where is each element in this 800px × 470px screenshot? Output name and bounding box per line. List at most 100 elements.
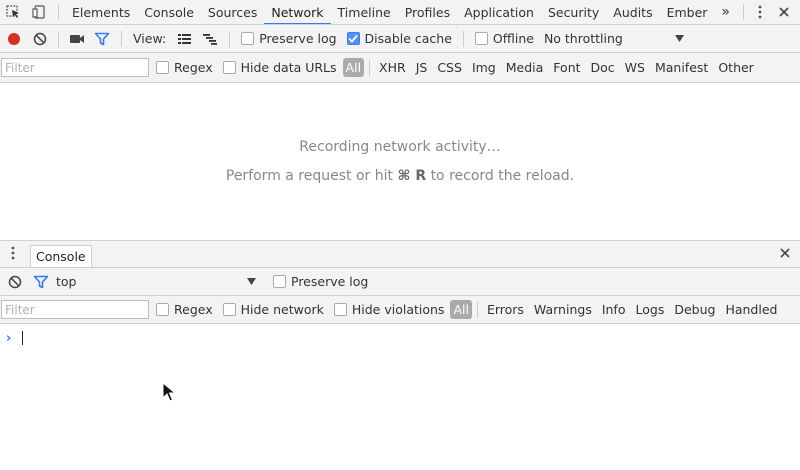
type-filter-media[interactable]: Media [502,58,548,77]
regex-label: Regex [174,60,213,75]
customize-menu-icon[interactable] [750,0,770,24]
drawer-menu-icon[interactable] [0,241,26,267]
device-mode-icon[interactable] [26,0,52,24]
preserve-log-checkbox[interactable]: Preserve log [236,31,341,46]
record-icon[interactable] [0,25,28,52]
checkbox-box[interactable] [346,32,360,45]
type-filter-other[interactable]: Other [714,58,758,77]
level-filter-logs[interactable]: Logs [632,300,669,319]
console-filter-icon[interactable] [30,268,52,295]
level-filter-handled[interactable]: Handled [721,300,781,319]
tab-timeline[interactable]: Timeline [331,0,398,24]
drawer-header: Console [0,240,800,268]
type-filter-manifest[interactable]: Manifest [651,58,712,77]
recording-status-text: Recording network activity… [299,139,501,155]
type-filter-js[interactable]: JS [412,58,432,77]
network-toolbar: View: Preserve log Disable cache Offline… [0,25,800,53]
panel-tabs: Elements Console Sources Network Timeline Pro… [65,0,714,24]
level-filter-info[interactable]: Info [598,300,630,319]
throttling-value: No throttling [543,31,623,46]
checkbox-box[interactable] [241,32,255,45]
console-filter-input[interactable] [1,300,149,319]
inspect-element-icon[interactable] [0,0,26,24]
execution-context-select[interactable]: top [52,274,262,289]
network-requests-area: Recording network activity… Perform a re… [0,83,800,240]
more-tabs-button[interactable]: » [714,0,737,24]
disable-cache-checkbox[interactable]: Disable cache [342,31,457,46]
hide-network-label: Hide network [240,302,324,317]
type-filter-all[interactable]: All [342,58,365,77]
hide-violations-checkbox[interactable]: Hide violations [329,302,450,317]
throttling-select[interactable]: No throttling [539,31,689,46]
console-regex-label: Regex [174,302,213,317]
close-devtools-icon[interactable] [770,0,798,24]
type-filter-img[interactable]: Img [468,58,500,77]
offline-checkbox[interactable]: Offline [470,31,539,46]
reload-hint-suffix: to record the reload. [430,168,575,184]
tab-console[interactable]: Console [137,0,201,24]
tab-application[interactable]: Application [457,0,541,24]
devtools-tab-bar: Elements Console Sources Network Timeline Pro… [0,0,800,25]
hide-network-checkbox[interactable]: Hide network [218,302,329,317]
network-filter-input[interactable] [1,58,149,77]
checkbox-box[interactable] [222,303,236,316]
toolbar-divider [58,30,59,47]
regex-checkbox[interactable]: Regex [151,60,218,75]
execution-context-value: top [56,274,77,289]
tab-elements[interactable]: Elements [65,0,137,24]
checkbox-box[interactable] [474,32,488,45]
console-preserve-log-label: Preserve log [291,274,369,289]
clear-console-icon[interactable] [0,268,30,295]
type-filter-xhr[interactable]: XHR [375,58,410,77]
checkmark-icon [348,34,358,43]
toolbar-divider [462,30,464,47]
checkbox-box[interactable] [273,275,286,288]
dropdown-arrow-icon [247,278,256,285]
hide-data-urls-label: Hide data URLs [240,60,337,75]
filter-icon[interactable] [89,25,115,52]
tab-profiles[interactable]: Profiles [398,0,457,24]
tab-audits[interactable]: Audits [606,0,659,24]
checkbox-box[interactable] [156,303,169,316]
type-filter-font[interactable]: Font [549,58,584,77]
overview-waterfall-icon[interactable] [197,25,223,52]
toolbar-divider [743,4,744,20]
log-level-filters: All Errors Warnings Info Logs Debug Handled [449,300,782,319]
checkbox-box[interactable] [333,303,347,316]
toolbar-divider [121,30,122,47]
hide-data-urls-checkbox[interactable]: Hide data URLs [218,60,342,75]
console-prompt-area[interactable]: › [0,324,800,470]
close-drawer-icon[interactable] [770,241,800,267]
filter-divider [476,301,478,318]
filter-divider [369,59,371,76]
reload-hint-prefix: Perform a request or hit [225,168,393,184]
tab-ember[interactable]: Ember [660,0,715,24]
disable-cache-label: Disable cache [364,31,452,46]
level-filter-errors[interactable]: Errors [483,300,528,319]
level-filter-all[interactable]: All [450,300,472,319]
checkbox-box[interactable] [222,61,236,74]
drawer-tab-console[interactable]: Console [30,245,92,267]
level-filter-warnings[interactable]: Warnings [530,300,596,319]
console-regex-checkbox[interactable]: Regex [151,302,218,317]
dropdown-arrow-icon [674,35,684,42]
capture-screenshots-icon[interactable] [65,25,89,52]
type-filter-css[interactable]: CSS [433,58,466,77]
tab-security[interactable]: Security [541,0,606,24]
tab-network[interactable]: Network [264,0,331,24]
type-filter-ws[interactable]: WS [621,58,649,77]
console-filter-bar: Regex Hide network Hide violations All Er… [0,296,800,324]
network-filter-bar: Regex Hide data URLs All XHRJSCSSImgMedia… [0,53,800,83]
reload-hint-text: Perform a request or hit ⌘ R to record t… [0,168,800,184]
type-filter-doc[interactable]: Doc [587,58,619,77]
large-rows-icon[interactable] [171,25,197,52]
toolbar-divider [58,4,59,20]
level-filter-debug[interactable]: Debug [670,300,719,319]
resource-type-filters: All XHR JS CSS Img Media Font Doc WS Manifest Othe… [342,58,759,77]
clear-icon[interactable] [28,25,52,52]
view-label: View: [133,31,167,46]
tab-sources[interactable]: Sources [201,0,264,24]
checkbox-box[interactable] [156,61,169,74]
console-preserve-log-checkbox[interactable]: Preserve log [268,274,373,289]
hide-violations-label: Hide violations [351,302,445,317]
